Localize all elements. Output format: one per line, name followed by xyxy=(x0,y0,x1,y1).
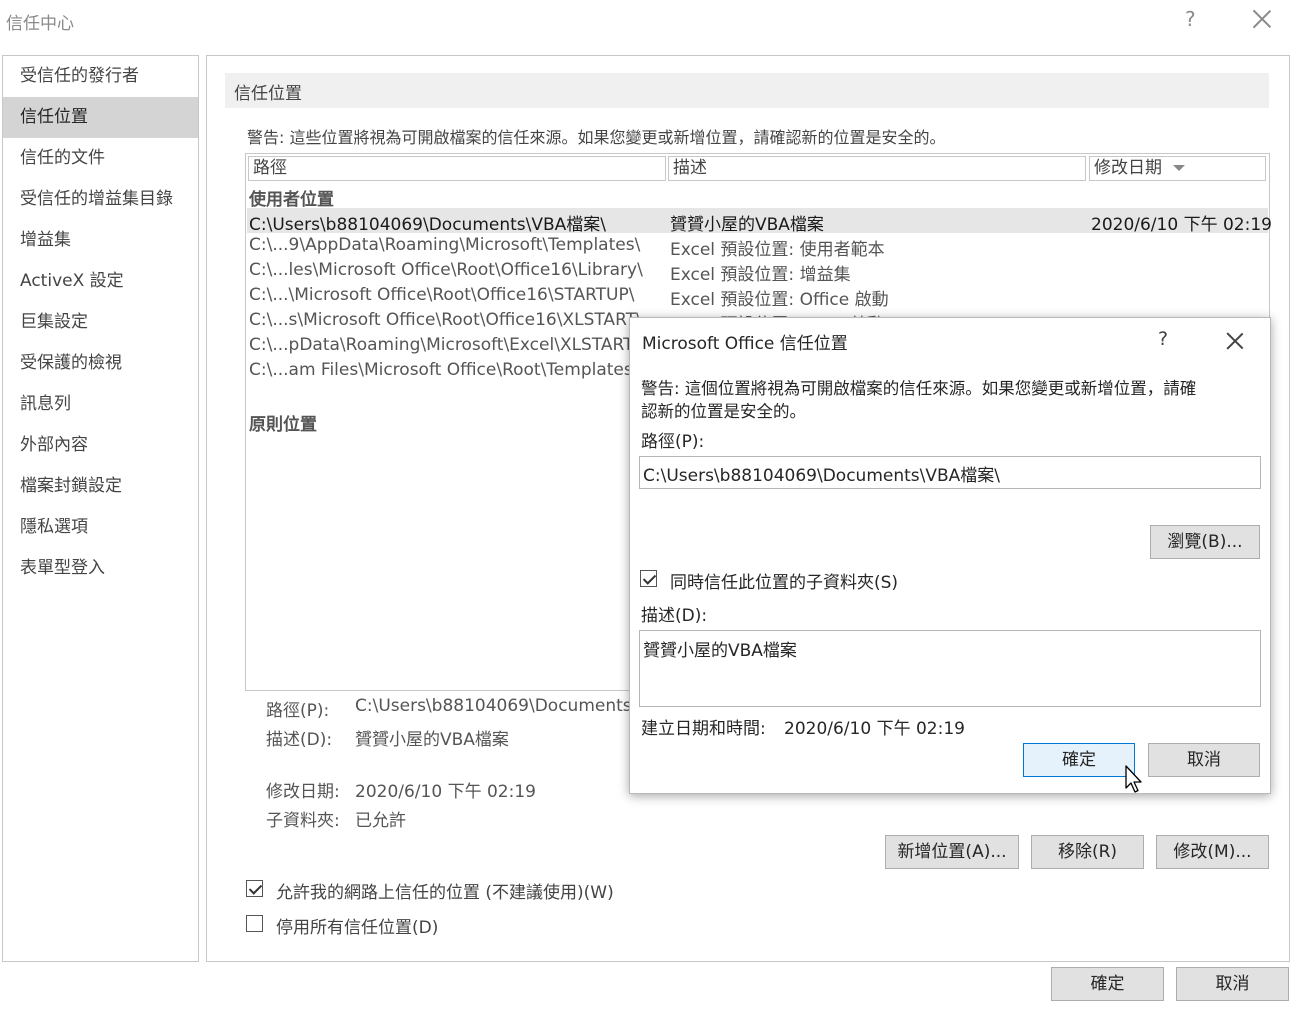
help-icon[interactable]: ? xyxy=(1185,7,1196,31)
column-header-path[interactable]: 路徑 xyxy=(248,156,666,181)
row-path: C:\...pData\Roaming\Microsoft\Excel\XLST… xyxy=(249,335,640,355)
sidebar-item-addins[interactable]: 增益集 xyxy=(3,220,198,261)
row-description: Excel 預設位置: 使用者範本 xyxy=(670,240,885,260)
sidebar-item-trusted-documents[interactable]: 信任的文件 xyxy=(3,138,198,179)
row-path: C:\...les\Microsoft Office\Root\Office16… xyxy=(249,260,643,280)
sidebar-item-external-content[interactable]: 外部內容 xyxy=(3,425,198,466)
table-row[interactable]: C:\...9\AppData\Roaming\Microsoft\Templa… xyxy=(247,233,1268,260)
detail-desc-value: 贇贇小屋的VBA檔案 xyxy=(355,730,509,750)
row-path: C:\Users\b88104069\Documents\VBA檔案\ xyxy=(249,215,607,235)
table-row[interactable]: C:\...\Microsoft Office\Root\Office16\ST… xyxy=(247,283,1268,310)
table-row[interactable]: C:\Users\b88104069\Documents\VBA檔案\ 贇贇小屋… xyxy=(247,208,1272,235)
trust-subfolders-label: 同時信任此位置的子資料夾(S) xyxy=(670,573,899,593)
sidebar-item-macro-settings[interactable]: 巨集設定 xyxy=(3,302,198,343)
warning-text: 警告: 這些位置將視為可開啟檔案的信任來源。如果您變更或新增位置，請確認新的位置… xyxy=(247,128,946,147)
trust-subfolders-checkbox[interactable] xyxy=(640,570,657,587)
dialog-help-icon[interactable]: ? xyxy=(1158,328,1168,350)
created-value: 2020/6/10 下午 02:19 xyxy=(784,719,965,739)
section-header: 信任位置 xyxy=(225,73,1269,108)
dialog-path-label: 路徑(P): xyxy=(641,432,705,452)
dialog-description-input[interactable]: 贇贇小屋的VBA檔案 xyxy=(639,630,1261,707)
sidebar-item-protected-view[interactable]: 受保護的檢視 xyxy=(3,343,198,384)
close-icon[interactable] xyxy=(1252,9,1272,29)
mouse-cursor-icon xyxy=(1125,765,1142,793)
trusted-location-dialog: Microsoft Office 信任位置 ? 警告: 這個位置將視為可開啟檔案… xyxy=(629,317,1271,794)
row-path: C:\...am Files\Microsoft Office\Root\Tem… xyxy=(249,360,639,380)
table-row[interactable]: C:\...les\Microsoft Office\Root\Office16… xyxy=(247,258,1268,285)
detail-subfolder-value: 已允許 xyxy=(355,811,406,831)
dialog-warning-line2: 認新的位置是安全的。 xyxy=(641,402,806,421)
sort-down-icon xyxy=(1173,165,1186,171)
row-description: Excel 預設位置: Office 啟動 xyxy=(670,290,889,310)
detail-modified-value: 2020/6/10 下午 02:19 xyxy=(355,782,536,802)
sidebar-item-trusted-locations[interactable]: 信任位置 xyxy=(3,97,198,138)
sidebar-item-form-signin[interactable]: 表單型登入 xyxy=(3,548,198,589)
section-title: 信任位置 xyxy=(234,84,302,104)
dialog-cancel-button[interactable]: 取消 xyxy=(1148,743,1260,777)
sidebar-item-privacy[interactable]: 隱私選項 xyxy=(3,507,198,548)
sidebar-item-trusted-addin-catalogs[interactable]: 受信任的增益集目錄 xyxy=(3,179,198,220)
disable-all-checkbox[interactable] xyxy=(246,915,263,932)
sidebar-item-message-bar[interactable]: 訊息列 xyxy=(3,384,198,425)
row-path: C:\...s\Microsoft Office\Root\Office16\X… xyxy=(249,310,642,330)
dialog-ok-button[interactable]: 確定 xyxy=(1023,743,1135,777)
sidebar: 受信任的發行者 信任位置 信任的文件 受信任的增益集目錄 增益集 ActiveX… xyxy=(2,55,199,962)
detail-path-label: 路徑(P): xyxy=(266,701,330,721)
detail-path-value: C:\Users\b88104069\Documents\ xyxy=(355,696,638,716)
add-location-button[interactable]: 新增位置(A)... xyxy=(885,835,1019,869)
dialog-desc-label: 描述(D): xyxy=(641,606,708,626)
browse-button[interactable]: 瀏覽(B)... xyxy=(1150,525,1260,559)
row-path: C:\...\Microsoft Office\Root\Office16\ST… xyxy=(249,285,635,305)
disable-all-label: 停用所有信任位置(D) xyxy=(276,918,439,938)
column-header-modified[interactable]: 修改日期 xyxy=(1089,156,1266,181)
detail-desc-label: 描述(D): xyxy=(266,730,333,750)
ok-button[interactable]: 確定 xyxy=(1051,967,1164,1001)
sidebar-item-trusted-publishers[interactable]: 受信任的發行者 xyxy=(3,56,198,97)
row-description: Excel 預設位置: 增益集 xyxy=(670,265,851,285)
sidebar-item-activex[interactable]: ActiveX 設定 xyxy=(3,261,198,302)
allow-network-label: 允許我的網路上信任的位置 (不建議使用)(W) xyxy=(276,883,614,903)
dialog-close-icon[interactable] xyxy=(1226,332,1244,350)
row-modified: 2020/6/10 下午 02:19 xyxy=(1091,215,1272,235)
dialog-title: Microsoft Office 信任位置 xyxy=(642,334,848,354)
window-title: 信任中心 xyxy=(6,14,74,34)
sidebar-item-file-block[interactable]: 檔案封鎖設定 xyxy=(3,466,198,507)
detail-subfolder-label: 子資料夾: xyxy=(266,811,340,831)
allow-network-checkbox[interactable] xyxy=(246,880,263,897)
row-description: 贇贇小屋的VBA檔案 xyxy=(670,215,824,235)
row-path: C:\...9\AppData\Roaming\Microsoft\Templa… xyxy=(249,235,641,255)
group-policy-locations: 原則位置 xyxy=(249,415,317,435)
group-user-locations: 使用者位置 xyxy=(249,190,334,210)
cancel-button[interactable]: 取消 xyxy=(1176,967,1289,1001)
column-header-description[interactable]: 描述 xyxy=(668,156,1086,181)
created-label: 建立日期和時間: xyxy=(641,719,766,739)
modify-button[interactable]: 修改(M)... xyxy=(1156,835,1269,869)
dialog-warning-line1: 警告: 這個位置將視為可開啟檔案的信任來源。如果您變更或新增位置，請確 xyxy=(641,379,1197,398)
remove-button[interactable]: 移除(R) xyxy=(1031,835,1144,869)
dialog-path-input[interactable]: C:\Users\b88104069\Documents\VBA檔案\ xyxy=(639,456,1261,489)
column-header-modified-label: 修改日期 xyxy=(1094,158,1162,178)
detail-modified-label: 修改日期: xyxy=(266,782,340,802)
